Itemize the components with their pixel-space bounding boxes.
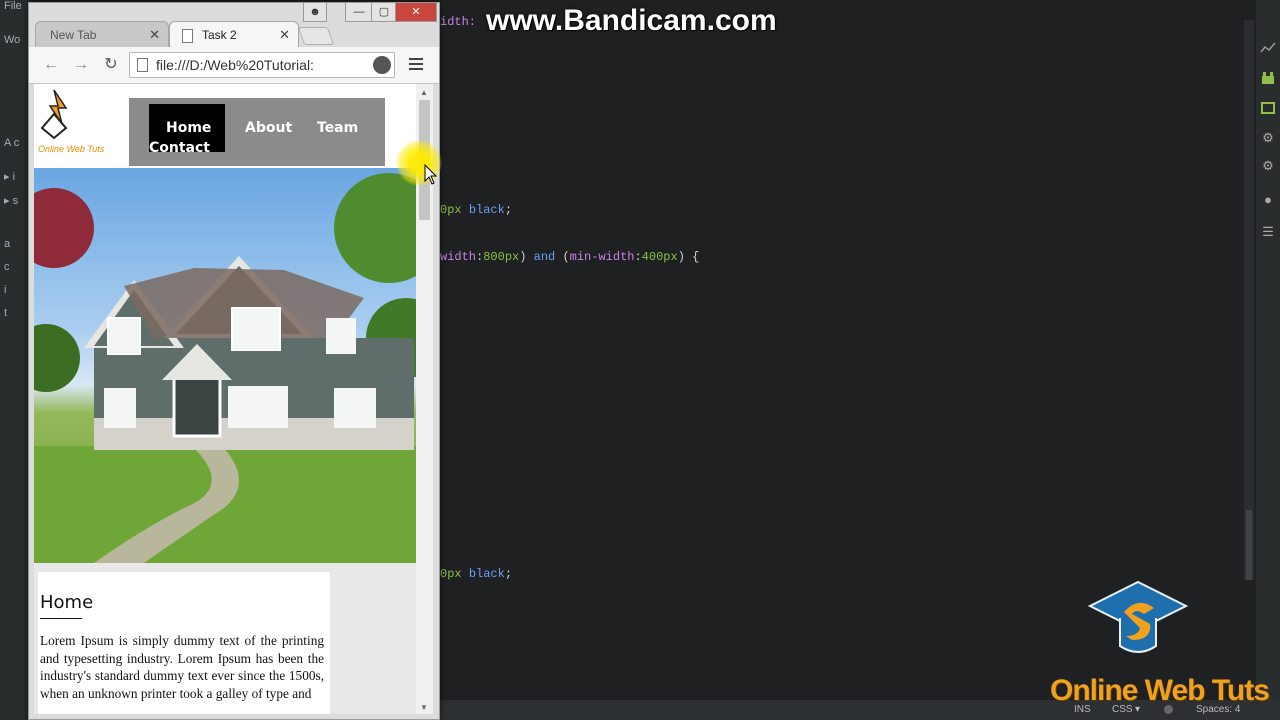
hero-image xyxy=(34,168,416,563)
logo-mark-icon xyxy=(40,89,68,140)
browser-toolbar: ← → ↻ file:///D:/Web%20Tutorial: ☆ xyxy=(29,47,439,84)
nav-contact[interactable]: Contact xyxy=(149,140,210,156)
address-bar[interactable]: file:///D:/Web%20Tutorial: ☆ xyxy=(129,52,395,78)
jslint-gear-icon[interactable]: ⚙ xyxy=(1260,130,1276,146)
extension-icon[interactable] xyxy=(373,56,391,74)
house-photo xyxy=(34,173,416,563)
close-window-button[interactable]: ✕ xyxy=(395,3,437,22)
page-viewport[interactable]: Online Web Tuts Home About Team Contact xyxy=(34,84,416,714)
close-icon[interactable]: ✕ xyxy=(149,22,160,48)
site-header: Online Web Tuts Home About Team Contact xyxy=(34,84,416,168)
panel-label: A c xyxy=(4,137,20,149)
menu-icon[interactable] xyxy=(409,58,423,73)
nav-team[interactable]: Team xyxy=(317,120,358,136)
back-icon[interactable]: ← xyxy=(41,55,61,75)
user-icon[interactable]: ☻ xyxy=(303,3,327,22)
brand-logo: Online Web Tuts xyxy=(1040,578,1270,718)
panel-label: Wo xyxy=(4,34,21,46)
mouse-pointer-icon xyxy=(424,164,438,185)
site-logo[interactable]: Online Web Tuts xyxy=(38,88,104,154)
scroll-down-arrow-icon[interactable]: ▼ xyxy=(420,703,428,712)
code-line: 0px black; xyxy=(440,203,513,217)
logo-text: Online Web Tuts xyxy=(38,144,105,154)
address-url[interactable]: file:///D:/Web%20Tutorial: xyxy=(156,57,366,73)
scroll-up-arrow-icon[interactable]: ▲ xyxy=(420,88,428,97)
tree-item[interactable]: ▸ s xyxy=(4,194,18,207)
tab-new-tab[interactable]: New Tab ✕ xyxy=(35,21,169,48)
tab-label: New Tab xyxy=(50,28,97,42)
page-icon xyxy=(182,29,193,43)
recording-watermark: www.Bandicam.com xyxy=(486,4,777,37)
tree-item[interactable]: a xyxy=(4,238,10,250)
extension-manager-icon[interactable] xyxy=(1260,70,1276,86)
maximize-button[interactable]: ▢ xyxy=(371,3,397,22)
content-paragraph: Lorem Ipsum is simply dummy text of the … xyxy=(40,633,324,701)
editor-scrollbar[interactable] xyxy=(1244,20,1254,580)
bulb-icon[interactable]: ● xyxy=(1260,192,1276,208)
minimize-button[interactable]: — xyxy=(345,3,373,22)
tab-label: Task 2 xyxy=(202,28,237,42)
close-icon[interactable]: ✕ xyxy=(279,22,290,48)
reload-icon[interactable]: ↻ xyxy=(101,55,121,75)
tree-item[interactable]: i xyxy=(4,284,6,296)
nav-about[interactable]: About xyxy=(245,120,292,136)
layers-icon[interactable]: ☰ xyxy=(1260,224,1276,240)
editor-scroll-thumb[interactable] xyxy=(1246,510,1252,580)
menu-file[interactable]: File xyxy=(4,0,22,12)
tree-item[interactable]: ▸ i xyxy=(4,170,15,183)
tab-strip: New Tab ✕ Task 2 ✕ ☻ — ▢ ✕ xyxy=(29,3,439,48)
code-line: 0px black; xyxy=(440,567,513,581)
activity-chart-icon[interactable] xyxy=(1260,40,1276,56)
jshint-gear-icon[interactable]: ⚙ xyxy=(1260,158,1276,174)
code-line: idth: xyxy=(440,15,477,29)
content-heading: Home xyxy=(40,592,94,613)
graduation-cap-logo-icon xyxy=(1087,580,1189,653)
brand-name: Online Web Tuts xyxy=(1050,674,1270,707)
tab-task-2[interactable]: Task 2 ✕ xyxy=(169,21,299,48)
live-preview-icon[interactable] xyxy=(1260,100,1276,116)
code-line: width:800px) and (min-width:400px) { xyxy=(440,250,700,264)
tree-item[interactable]: t xyxy=(4,307,7,319)
editor-left-panel: File Wo A c ▸ i ▸ s a c i t xyxy=(0,0,30,720)
forward-icon[interactable]: → xyxy=(71,55,91,75)
new-tab-button[interactable] xyxy=(297,27,335,45)
content-section: Home Lorem Ipsum is simply dummy text of… xyxy=(38,572,330,714)
heading-underline xyxy=(40,618,82,619)
site-nav: Home About Team Contact xyxy=(129,98,385,166)
browser-window: New Tab ✕ Task 2 ✕ ☻ — ▢ ✕ ← → ↻ file://… xyxy=(28,2,440,720)
tree-item[interactable]: c xyxy=(4,261,10,273)
page-icon xyxy=(137,58,148,72)
